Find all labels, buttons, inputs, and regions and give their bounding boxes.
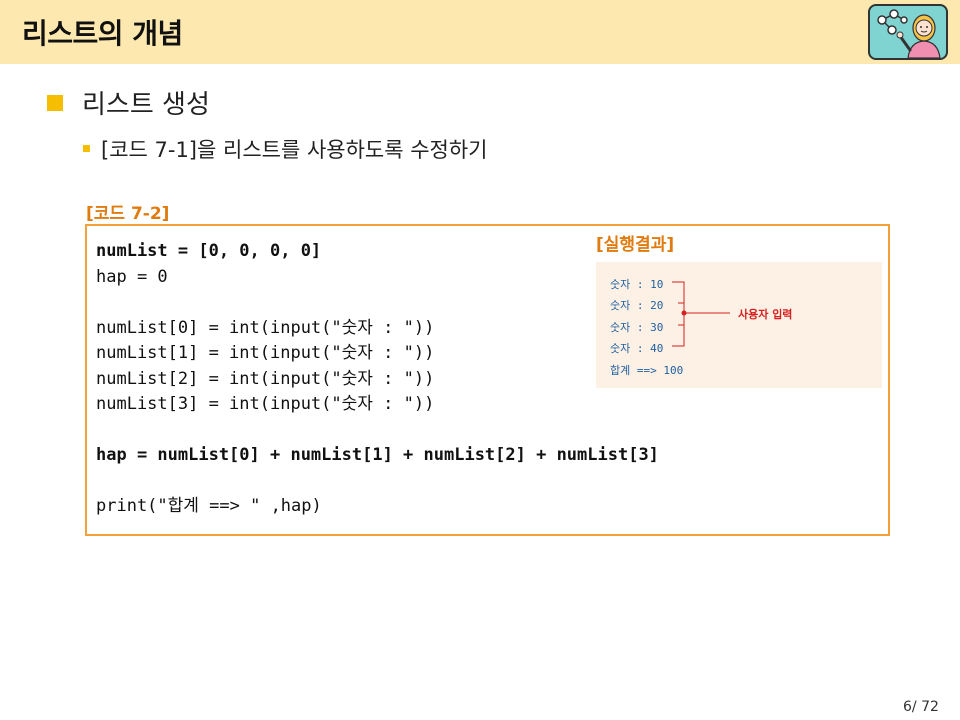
- section-bullet-icon: [47, 95, 63, 111]
- code-line: hap = numList[0] + numList[1] + numList[…: [96, 445, 659, 465]
- code-line: hap = 0: [96, 266, 168, 287]
- output-line: 숫자 : 10: [610, 278, 664, 291]
- section-heading: 리스트 생성: [82, 90, 210, 120]
- page-title: 리스트의 개념: [22, 17, 183, 50]
- code-line: numList[3] = int(input("숫자 : ")): [96, 394, 435, 414]
- page-number: 6/ 72: [903, 699, 939, 715]
- output-line: 숫자 : 40: [610, 342, 664, 355]
- code-label: [코드 7-2]: [86, 204, 170, 224]
- section-subheading: [코드 7-1]을 리스트를 사용하도록 수정하기: [101, 138, 488, 162]
- output-line: 합계 ==> 100: [610, 364, 684, 377]
- output-line: 숫자 : 20: [610, 299, 664, 312]
- sub-bullet-icon: [83, 145, 90, 152]
- user-input-annotation: 사용자 입력: [738, 308, 793, 321]
- code-listing: numList = [0, 0, 0, 0] hap = 0 numList[0] …: [96, 239, 659, 520]
- result-panel: 숫자 : 10 숫자 : 20 숫자 : 30 숫자 : 40 합계 ==> 1…: [596, 262, 882, 388]
- code-line: numList[2] = int(input("숫자 : ")): [96, 368, 435, 389]
- code-line: numList[1] = int(input("숫자 : ")): [96, 343, 435, 363]
- header-bar: 리스트의 개념: [0, 0, 960, 64]
- output-line: 숫자 : 30: [610, 321, 664, 334]
- code-line: numList[0] = int(input("숫자 : ")): [96, 317, 435, 338]
- teacher-avatar-icon: [868, 4, 948, 60]
- code-line: print("합계 ==> " ,hap): [96, 496, 322, 516]
- code-line: numList = [0, 0, 0, 0]: [96, 241, 322, 261]
- result-label: [실행결과]: [596, 235, 675, 255]
